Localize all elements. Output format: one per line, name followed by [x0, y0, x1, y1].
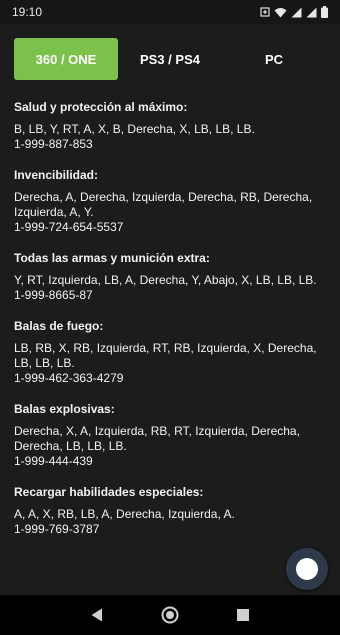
cheat-phone: 1-999-724-654-5537 [14, 220, 124, 234]
recents-icon [237, 609, 250, 621]
cheat-combo: A, A, X, RB, LB, A, Derecha, Izquierda, … [14, 507, 235, 521]
cheat-item: Balas explosivas: Derecha, X, A, Izquier… [14, 402, 328, 469]
tab-label: PS3 / PS4 [140, 51, 200, 67]
status-bar: 19:10 [0, 0, 340, 24]
cheat-title: Balas explosivas: [14, 402, 115, 416]
cheat-combo: Derecha, X, A, Izquierda, RB, RT, Izquie… [14, 424, 300, 453]
cheat-title: Balas de fuego: [14, 319, 104, 333]
back-button[interactable] [87, 605, 107, 625]
cheat-item: Salud y protección al máximo: B, LB, Y, … [14, 100, 328, 152]
status-time: 19:10 [12, 5, 43, 19]
cheat-item: Recargar habilidades especiales: A, A, X… [14, 485, 328, 537]
recents-button[interactable] [233, 605, 253, 625]
notification-icon [260, 7, 270, 17]
cheat-title: Salud y protección al máximo: [14, 100, 188, 114]
battery-icon [321, 6, 328, 18]
cheat-combo: Derecha, A, Derecha, Izquierda, Derecha,… [14, 190, 313, 219]
tab-ps3-ps4[interactable]: PS3 / PS4 [118, 38, 222, 80]
tab-pc[interactable]: PC [222, 38, 326, 80]
wifi-icon [274, 7, 287, 17]
cheat-title: Todas las armas y munición extra: [14, 251, 210, 265]
cheat-title: Recargar habilidades especiales: [14, 485, 204, 499]
cheat-item: Balas de fuego: LB, RB, X, RB, Izquierda… [14, 319, 328, 386]
home-button[interactable] [160, 605, 180, 625]
app-content: 360 / ONE PS3 / PS4 PC Salud y protecció… [0, 24, 340, 595]
cheat-combo: Y, RT, Izquierda, LB, A, Derecha, Y, Aba… [14, 273, 317, 287]
signal-icon [291, 7, 302, 17]
cheat-combo: LB, RB, X, RB, Izquierda, RT, RB, Izquie… [14, 341, 317, 370]
cheat-title: Invencibilidad: [14, 168, 99, 182]
status-icons [260, 6, 328, 18]
cheat-phone: 1-999-8665-87 [14, 288, 93, 302]
cheat-phone: 1-999-444-439 [14, 454, 93, 468]
cheat-phone: 1-999-769-3787 [14, 522, 100, 536]
navigation-bar [0, 595, 340, 635]
cheat-item: Invencibilidad: Derecha, A, Derecha, Izq… [14, 168, 328, 235]
tab-360-one[interactable]: 360 / ONE [14, 38, 118, 80]
home-icon [161, 606, 179, 624]
cheat-combo: B, LB, Y, RT, A, X, B, Derecha, X, LB, L… [14, 122, 255, 136]
back-icon [91, 608, 102, 622]
assistive-touch-icon [296, 558, 318, 580]
platform-tabs: 360 / ONE PS3 / PS4 PC [14, 38, 326, 80]
tab-label: PC [264, 51, 284, 67]
cheat-list: Salud y protección al máximo: B, LB, Y, … [14, 100, 328, 553]
cheat-phone: 1-999-462-363-4279 [14, 371, 124, 385]
cheat-item: Todas las armas y munición extra: Y, RT,… [14, 251, 328, 303]
assistive-touch-button[interactable] [286, 548, 328, 590]
signal-icon [306, 7, 317, 17]
tab-label: 360 / ONE [35, 51, 97, 67]
cheat-phone: 1-999-887-853 [14, 137, 93, 151]
